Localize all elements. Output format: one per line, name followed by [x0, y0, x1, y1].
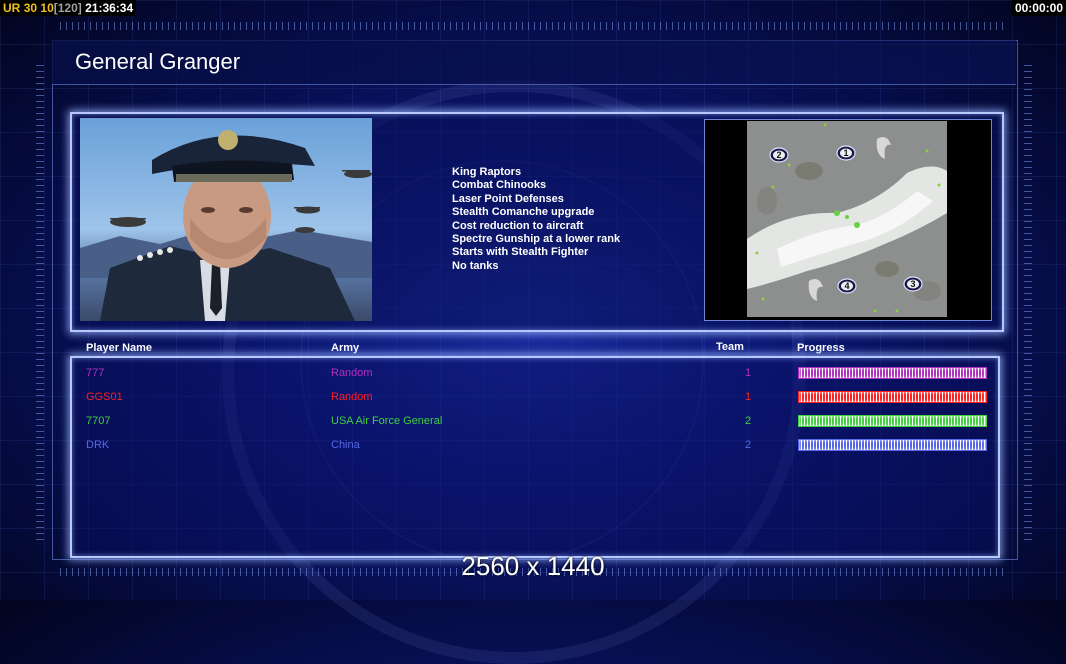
- feature-item: King Raptors: [452, 166, 522, 178]
- player-army: USA Air Force General: [331, 415, 443, 427]
- game-timer: 00:00:00: [1011, 0, 1066, 16]
- header-player-name: Player Name: [86, 342, 153, 354]
- player-name: DRK: [86, 439, 110, 451]
- general-features-list: King Raptors Combat Chinooks Laser Point…: [452, 166, 620, 273]
- ur-value: 30: [23, 1, 38, 15]
- player-army: Random: [331, 391, 373, 403]
- feature-item: Spectre Gunship at a lower rank: [452, 233, 621, 246]
- feature-item: Combat Chinooks: [452, 179, 547, 192]
- resolution-label: 2560 x 1440: [461, 551, 605, 581]
- general-portrait-image: [80, 130, 372, 321]
- progress-fill: [799, 392, 986, 402]
- clock: 21:36:34: [85, 1, 134, 15]
- player-team: 1: [745, 367, 752, 379]
- start-position-3: 3: [910, 279, 915, 289]
- feature-item: Laser Point Defenses: [452, 192, 564, 205]
- left-ruler: [36, 60, 44, 540]
- start-position-1: 1: [843, 148, 848, 158]
- header-team: Team: [716, 341, 744, 353]
- page-title: General Granger: [75, 49, 241, 74]
- header-army: Army: [331, 342, 360, 354]
- player-army: Random: [331, 367, 373, 379]
- header-progress: Progress: [797, 342, 845, 354]
- table-row: 7707 USA Air Force General 2: [72, 411, 994, 433]
- player-name: GGS01: [86, 391, 123, 403]
- progress-bar: [798, 439, 987, 451]
- feature-item: No tanks: [452, 259, 499, 272]
- ur-label: UR: [3, 1, 21, 15]
- fps-max: [120]: [53, 1, 82, 15]
- progress-fill: [799, 416, 986, 426]
- table-row: GGS01 Random 1: [72, 387, 994, 409]
- feature-item: Stealth Comanche upgrade: [452, 206, 595, 219]
- progress-bar: [798, 367, 987, 379]
- map-preview[interactable]: 1 2 3 4: [747, 121, 947, 317]
- player-team: 2: [745, 439, 752, 451]
- player-team: 1: [745, 391, 752, 403]
- general-portrait: [80, 118, 372, 321]
- top-ruler: [60, 22, 1006, 30]
- progress-bar: [798, 391, 987, 403]
- right-ruler: [1024, 60, 1032, 540]
- start-position-2: 2: [776, 150, 781, 160]
- table-row: 777 Random 1: [72, 363, 994, 385]
- start-position-4: 4: [844, 281, 849, 291]
- player-team: 2: [745, 415, 752, 427]
- debug-hud: UR 30 10[120] 21:36:34: [0, 0, 137, 16]
- progress-fill: [799, 440, 986, 450]
- table-row: DRK China 2: [72, 435, 994, 457]
- feature-item: Cost reduction to aircraft: [452, 219, 584, 232]
- progress-fill: [799, 368, 986, 378]
- player-army: China: [331, 439, 360, 451]
- progress-bar: [798, 415, 987, 427]
- player-name: 7707: [86, 415, 111, 427]
- feature-item: Starts with Stealth Fighter: [452, 246, 589, 259]
- fps-value: 10: [40, 1, 54, 15]
- map-terrain: 1 2 3 4: [747, 121, 947, 317]
- player-name: 777: [86, 367, 105, 379]
